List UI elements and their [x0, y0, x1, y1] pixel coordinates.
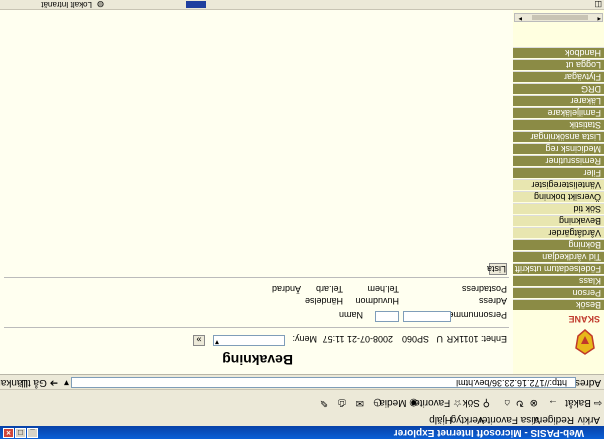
- sidebar-item-filer[interactable]: Filer: [513, 167, 604, 178]
- personnummer-input[interactable]: [403, 311, 451, 322]
- window-title: Web-PASIS - Microsoft Internet Explorer: [393, 427, 584, 438]
- media-icon: ◉: [409, 397, 418, 408]
- sidebar-item-vantelisteregister[interactable]: Väntelisteregister: [513, 179, 604, 190]
- scrollbar-thumb[interactable]: [532, 15, 588, 20]
- search-button[interactable]: ⚲ Sök: [463, 397, 490, 408]
- menu-bar: Arkiv Redigera Visa Favoriter Verktyg Hj…: [0, 411, 604, 426]
- code-u: U: [436, 334, 444, 344]
- edit-icon[interactable]: ✎: [320, 397, 328, 408]
- menu-verktyg[interactable]: Verktyg: [451, 414, 484, 425]
- huvudmon-label: Huvudmon: [355, 296, 399, 306]
- page-icon: ◫: [594, 0, 602, 9]
- window-titlebar: Web-PASIS - Microsoft Internet Explorer …: [0, 426, 604, 439]
- back-arrow-icon: ⇦: [593, 397, 602, 408]
- postadress-label: Postadress: [461, 284, 507, 294]
- andrad-label: Ändrad: [271, 284, 301, 294]
- sidebar-item-bokning[interactable]: Bokning: [513, 239, 604, 250]
- sidebar-item-fodelsedatum[interactable]: Födelsedatum utskrift: [513, 263, 604, 274]
- address-url: http://172.16.23.36/bev.html: [456, 378, 567, 388]
- sidebar-item-logga-ut[interactable]: Logga ut: [513, 59, 604, 70]
- sidebar-item-person[interactable]: Person: [513, 287, 604, 298]
- sidebar-item-drg[interactable]: DRG: [513, 83, 604, 94]
- menu-go-button[interactable]: »: [193, 335, 205, 346]
- sidebar-item-vardatgarder[interactable]: Vårdåtgärder: [513, 227, 604, 238]
- intranet-icon: ◍: [97, 0, 104, 9]
- links-button[interactable]: Länkar: [0, 377, 28, 388]
- history-icon[interactable]: ◷: [373, 397, 382, 408]
- handelse-label: Händelse: [304, 296, 343, 306]
- address-bar: Adress http://172.16.23.36/bev.html ▾ ➔ …: [0, 374, 604, 389]
- media-label: Media: [379, 397, 407, 408]
- main-area: Bevakning Enhet: 1011KR U SP060 2008-07-…: [0, 10, 513, 374]
- sidebar-item-lista-ansokningar[interactable]: Lista ansökningar: [513, 131, 604, 142]
- personnummer-label: Personnummer: [445, 310, 507, 320]
- unit-id: Enhet: 1011KR: [446, 334, 507, 344]
- sidebar-item-sok-tid[interactable]: Sök tid: [513, 203, 604, 214]
- personnummer-suffix-input[interactable]: [375, 311, 399, 322]
- sidebar-item-statistik[interactable]: Statistik: [513, 119, 604, 130]
- menu-arkiv[interactable]: Arkiv: [578, 414, 600, 425]
- sidebar-item-oversikt-bokning[interactable]: Översikt bokning: [513, 191, 604, 202]
- zone-label: Lokalt Intranät: [41, 0, 92, 9]
- go-arrow-icon: ➔: [49, 377, 58, 388]
- favorites-button[interactable]: ☆ Favoriter: [411, 397, 462, 408]
- print-icon[interactable]: ⎙: [338, 397, 346, 408]
- menu-favoriter[interactable]: Favoriter: [479, 414, 518, 425]
- select-chevron-down-icon: ▾: [215, 338, 220, 347]
- tel-hem-label: Tel.hem: [367, 284, 399, 294]
- sidebar-scrollbar[interactable]: ◂ ▸: [514, 13, 603, 22]
- sidebar-item-flytvagar[interactable]: Flytvägar: [513, 71, 604, 82]
- screen-root: Web-PASIS - Microsoft Internet Explorer …: [0, 0, 604, 439]
- namn-label: Namn: [338, 310, 363, 320]
- minimize-button[interactable]: _: [27, 428, 38, 438]
- skane-logo-icon: [575, 329, 595, 355]
- search-icon: ⚲: [482, 397, 490, 408]
- close-button[interactable]: ×: [3, 428, 14, 438]
- page-heading: Bevakning: [222, 352, 293, 368]
- code-number: SP060: [401, 334, 429, 344]
- media-button[interactable]: ◉ Media: [379, 397, 418, 408]
- back-button[interactable]: ⇦ Bakåt: [565, 397, 602, 408]
- sidebar: SKANE Besök Person Klass Födelsedatum ut…: [512, 10, 604, 374]
- list-button[interactable]: Lista: [487, 263, 507, 275]
- back-label: Bakåt: [565, 397, 591, 408]
- page-content: SKANE Besök Person Klass Födelsedatum ut…: [0, 10, 604, 374]
- sidebar-item-tid-vardkedjan[interactable]: Tid vårdkedjan: [513, 251, 604, 262]
- logo-text: SKANE: [568, 314, 600, 324]
- star-icon: ☆: [453, 397, 462, 408]
- maximize-button[interactable]: □: [15, 428, 26, 438]
- adress-label: Adress: [478, 296, 507, 306]
- search-label: Sök: [462, 397, 480, 408]
- forward-icon[interactable]: →: [548, 397, 558, 408]
- address-input[interactable]: http://172.16.23.36/bev.html: [71, 377, 576, 388]
- sidebar-item-besok[interactable]: Besök: [513, 299, 604, 310]
- refresh-icon[interactable]: ↻: [516, 397, 524, 408]
- datetime: 2008-07-21 11:57: [322, 334, 393, 344]
- status-bar: ◫ ◍ Lokalt Intranät: [0, 0, 604, 10]
- menu-visa[interactable]: Visa: [521, 414, 540, 425]
- sidebar-item-bevakning[interactable]: Bevakning: [513, 215, 604, 226]
- tel-arb-label: Tel.arb: [315, 284, 343, 294]
- sidebar-item-lakare[interactable]: Läkarer: [513, 95, 604, 106]
- mail-icon[interactable]: ✉: [356, 397, 364, 408]
- scroll-right-icon[interactable]: ▸: [518, 15, 522, 23]
- stop-icon[interactable]: ⊗: [530, 397, 538, 408]
- progress-indicator: [186, 1, 206, 8]
- menu-select[interactable]: ▾: [213, 335, 285, 347]
- sidebar-item-klass[interactable]: Klass: [513, 275, 604, 286]
- scroll-left-icon[interactable]: ◂: [597, 15, 601, 23]
- home-icon[interactable]: ⌂: [504, 397, 510, 408]
- address-dropdown-icon[interactable]: ▾: [64, 377, 69, 388]
- sidebar-item-medicinsk-reg[interactable]: Medicinsk reg: [513, 143, 604, 154]
- divider: [4, 327, 509, 328]
- menu-hjalp[interactable]: Hjälp: [429, 414, 452, 425]
- sidebar-item-familjelakare[interactable]: Familjeläkare: [513, 107, 604, 118]
- divider: [4, 277, 509, 278]
- sidebar-item-remissrutiner[interactable]: Remissrutiner: [513, 155, 604, 166]
- sidebar-item-handbok[interactable]: Handbok: [513, 47, 604, 58]
- menu-label: Meny:: [292, 334, 317, 344]
- browser-toolbar: ⇦ Bakåt → ⊗ ↻ ⌂ ⚲ Sök ☆ Favoriter ◉ Medi…: [0, 389, 604, 412]
